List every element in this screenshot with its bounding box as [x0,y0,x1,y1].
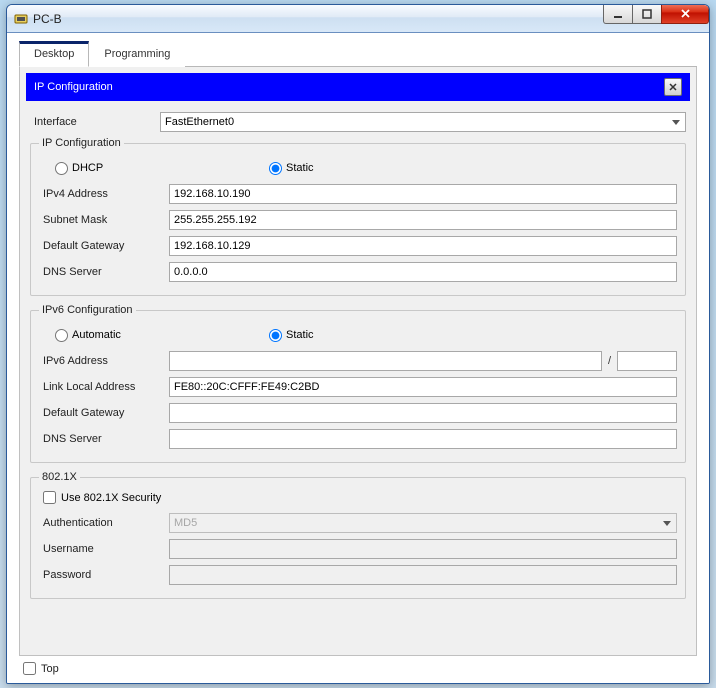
ipv4-address-label: IPv4 Address [39,188,169,200]
ipv4-legend: IP Configuration [39,137,124,149]
interface-select[interactable]: FastEthernet0 [160,112,686,132]
ipv4-gateway-label: Default Gateway [39,240,169,252]
top-label: Top [41,663,59,675]
use-8021x-label: Use 802.1X Security [61,492,161,504]
interface-row: Interface FastEthernet0 [30,111,686,133]
footer: Top [19,656,697,679]
tab-programming[interactable]: Programming [89,41,185,67]
ipv6-auto-radio[interactable] [55,329,68,342]
ipv6-static-label: Static [286,329,314,341]
ipv4-static-label: Static [286,162,314,174]
ipv6-gateway-label: Default Gateway [39,407,169,419]
window-title: PC-B [33,12,62,26]
minimize-button[interactable] [603,4,633,24]
window-controls [604,4,709,24]
dot1x-fieldset: 802.1X Use 802.1X Security Authenticatio… [30,471,686,599]
linklocal-input[interactable] [169,377,677,397]
password-label: Password [39,569,169,581]
ipv4-dhcp-label: DHCP [72,162,103,174]
tab-desktop[interactable]: Desktop [19,41,89,67]
panel-header: IP Configuration [26,73,690,101]
panel-close-button[interactable] [664,78,682,96]
password-input[interactable] [169,565,677,585]
ipv6-prefix-slash: / [602,355,617,367]
ipv6-mode-row: Automatic Static [39,324,677,346]
app-icon [13,11,29,27]
window-body: Desktop Programming IP Configuration Int… [7,33,709,683]
titlebar[interactable]: PC-B [7,5,709,33]
ipv6-gateway-input[interactable] [169,403,677,423]
linklocal-label: Link Local Address [39,381,169,393]
username-input[interactable] [169,539,677,559]
app-window: PC-B Desktop Programming IP Configuratio… [6,4,710,684]
ipv4-mode-row: DHCP Static [39,157,677,179]
ipv4-dhcp-radio[interactable] [55,162,68,175]
tab-content: IP Configuration Interface FastEthernet0 [19,67,697,656]
ipv4-dns-input[interactable] [169,262,677,282]
ipv6-legend: IPv6 Configuration [39,304,136,316]
auth-select[interactable]: MD5 [169,513,677,533]
tabs: Desktop Programming [19,41,697,67]
username-label: Username [39,543,169,555]
ipv6-address-label: IPv6 Address [39,355,169,367]
ipv4-fieldset: IP Configuration DHCP Static IPv4 Addres… [30,137,686,296]
use-8021x-checkbox[interactable] [43,491,56,504]
ipv6-static-radio[interactable] [269,329,282,342]
dot1x-legend: 802.1X [39,471,80,483]
ipv4-gateway-input[interactable] [169,236,677,256]
ipv6-dns-input[interactable] [169,429,677,449]
close-button[interactable] [661,4,709,24]
ipv6-address-input[interactable] [169,351,602,371]
ipv6-auto-label: Automatic [72,329,121,341]
subnet-mask-label: Subnet Mask [39,214,169,226]
top-checkbox[interactable] [23,662,36,675]
ipv6-prefix-input[interactable] [617,351,677,371]
interface-label: Interface [30,116,160,128]
ipv6-fieldset: IPv6 Configuration Automatic Static IPv6… [30,304,686,463]
panel-body: Interface FastEthernet0 IP Configuration [26,101,690,613]
maximize-button[interactable] [632,4,662,24]
auth-label: Authentication [39,517,169,529]
ipv6-dns-label: DNS Server [39,433,169,445]
ipv4-static-radio[interactable] [269,162,282,175]
subnet-mask-input[interactable] [169,210,677,230]
panel-title: IP Configuration [34,81,113,93]
ipv4-dns-label: DNS Server [39,266,169,278]
ipv4-address-input[interactable] [169,184,677,204]
